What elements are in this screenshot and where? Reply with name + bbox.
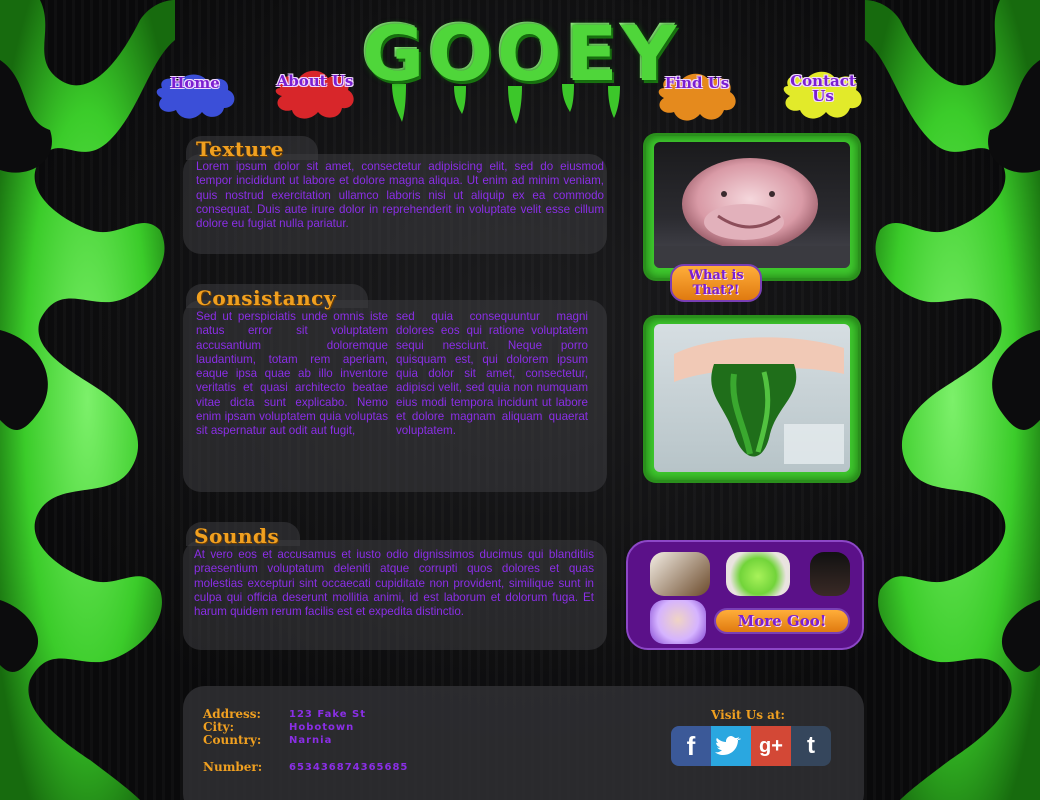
twitter-bird-icon: [715, 736, 741, 755]
address-value: 123 Fake St: [289, 709, 366, 720]
logo-text: GOOEY: [362, 9, 681, 98]
left-slime-decoration: [0, 0, 175, 800]
goo-thumbnail-3[interactable]: [810, 552, 850, 596]
consistancy-column-1: Sed ut perspiciatis unde omnis iste natu…: [196, 310, 388, 438]
nav-about-us[interactable]: About Us: [270, 66, 360, 122]
blobfish-photo[interactable]: [654, 142, 850, 268]
sounds-heading: Sounds: [194, 524, 280, 548]
consistancy-heading: Consistancy: [196, 286, 336, 310]
right-slime-decoration: [865, 0, 1040, 800]
more-goo-panel: More Goo!: [626, 540, 864, 650]
consistancy-column-2: sed quia consequuntur magni dolores eos …: [396, 310, 588, 438]
visit-us-label: Visit Us at:: [711, 708, 785, 722]
goo-hand-image: [674, 337, 844, 464]
country-value: Narnia: [289, 735, 333, 746]
nav-label-home: Home: [170, 74, 220, 92]
nav-home[interactable]: Home: [150, 68, 240, 124]
google-plus-icon[interactable]: g+: [751, 726, 791, 766]
nav-contact-us[interactable]: Contact Us: [778, 66, 868, 122]
goo-thumbnail-2[interactable]: [726, 552, 790, 596]
number-value: 653436874365685: [289, 762, 409, 773]
twitter-icon[interactable]: [711, 726, 751, 766]
nav-label-find-us: Find Us: [664, 74, 730, 92]
tumblr-icon[interactable]: t: [791, 726, 831, 766]
goo-hand-photo: [654, 324, 850, 472]
nav-label-contact-us: Contact Us: [790, 72, 856, 105]
goo-thumbnail-1[interactable]: [650, 552, 710, 596]
more-goo-button[interactable]: More Goo!: [714, 608, 850, 634]
texture-body: Lorem ipsum dolor sit amet, consectetur …: [196, 160, 604, 231]
number-label: Number:: [203, 760, 263, 774]
city-value: Hobotown: [289, 722, 355, 733]
nav-find-us[interactable]: Find Us: [652, 68, 742, 124]
blobfish-image: [654, 158, 850, 268]
goo-thumbnail-4[interactable]: [650, 600, 706, 644]
sounds-body: At vero eos et accusamus et iusto odio d…: [194, 548, 594, 619]
what-is-that-button[interactable]: What is That?!: [670, 264, 762, 302]
site-logo[interactable]: GOOEY: [362, 4, 681, 128]
nav-label-about-us: About Us: [276, 72, 354, 90]
texture-heading: Texture: [196, 137, 284, 161]
facebook-icon[interactable]: f: [671, 726, 711, 766]
footer: Address: 123 Fake St City: Hobotown Coun…: [183, 686, 864, 800]
country-label: Country:: [203, 733, 262, 747]
